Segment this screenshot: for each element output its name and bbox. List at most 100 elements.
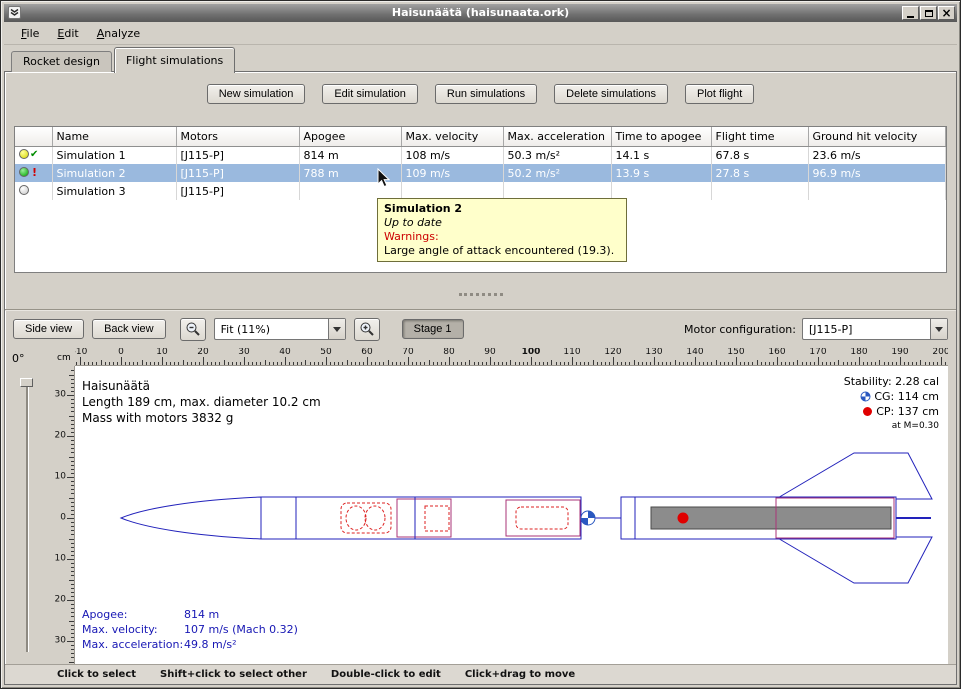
- rocket-dimensions: Length 189 cm, max. diameter 10.2 cm: [82, 394, 321, 410]
- menu-analyze[interactable]: Analyze: [88, 24, 149, 43]
- tooltip-warning-text: Large angle of attack encountered (19.3)…: [384, 244, 620, 258]
- close-icon: ×: [941, 8, 951, 18]
- cell-flight-time: [711, 182, 808, 200]
- column-header-max-acceleration[interactable]: Max. acceleration: [503, 127, 611, 146]
- chevron-down-icon[interactable]: [328, 319, 345, 339]
- cp-value: CP: 137 cm: [876, 405, 939, 418]
- column-header-flight-time[interactable]: Flight time: [711, 127, 808, 146]
- simulation-row-2[interactable]: ! Simulation 2 [J115-P] 788 m 109 m/s 50…: [15, 164, 946, 182]
- column-header-apogee[interactable]: Apogee: [299, 127, 401, 146]
- delete-simulations-button[interactable]: Delete simulations: [554, 84, 668, 104]
- rocket-name: Haisunäätä: [82, 378, 321, 394]
- run-simulations-button[interactable]: Run simulations: [435, 84, 537, 104]
- maximize-icon: [925, 10, 933, 17]
- column-header-ground-hit-velocity[interactable]: Ground hit velocity: [808, 127, 946, 146]
- horizontal-ruler: -100102030405060708090100110120130140150…: [75, 348, 948, 366]
- cg-icon: [860, 391, 871, 402]
- status-not-simulated-icon: [19, 185, 29, 195]
- column-header-time-to-apogee[interactable]: Time to apogee: [611, 127, 711, 146]
- cell-max-acceleration: 50.3 m/s²: [503, 146, 611, 164]
- hint-click-select: Click to select: [57, 669, 136, 680]
- column-header-status[interactable]: [15, 127, 52, 146]
- max-acceleration-value: 49.8 m/s²: [184, 638, 237, 651]
- zoom-out-button[interactable]: [180, 318, 206, 341]
- stability-value: Stability: 2.28 cal: [844, 374, 939, 389]
- simulation-row-1[interactable]: ✔ Simulation 1 [J115-P] 814 m 108 m/s 50…: [15, 146, 946, 164]
- stage-1-toggle[interactable]: Stage 1: [402, 319, 464, 339]
- window-title: Haisunäätä (haisunaata.ork): [4, 6, 957, 19]
- cell-time-to-apogee: 14.1 s: [611, 146, 711, 164]
- rocket-info: Haisunäätä Length 189 cm, max. diameter …: [82, 378, 321, 426]
- draw-region: 0° cm -100102030405060708090100110120130…: [5, 348, 956, 664]
- cell-name: Simulation 2: [52, 164, 176, 182]
- cell-flight-time: 67.8 s: [711, 146, 808, 164]
- side-view-button[interactable]: Side view: [13, 319, 84, 339]
- cell-max-velocity: 109 m/s: [401, 164, 503, 182]
- cell-motors: [J115-P]: [176, 164, 299, 182]
- cell-motors: [J115-P]: [176, 146, 299, 164]
- status-warning-icon: !: [19, 166, 37, 179]
- menu-bar: File Edit Analyze: [4, 22, 957, 45]
- flight-summary: Apogee:814 m Max. velocity:107 m/s (Mach…: [82, 607, 298, 652]
- magnifier-minus-icon: [185, 321, 201, 337]
- column-header-motors[interactable]: Motors: [176, 127, 299, 146]
- table-header-row: Name Motors Apogee Max. velocity Max. ac…: [15, 127, 946, 146]
- zoom-in-button[interactable]: [354, 318, 380, 341]
- cell-motors: [J115-P]: [176, 182, 299, 200]
- apogee-label: Apogee:: [82, 607, 184, 622]
- simulation-tooltip: Simulation 2 Up to date Warnings: Large …: [377, 198, 627, 262]
- menu-file[interactable]: File: [12, 24, 48, 43]
- rocket-view-panel: Side view Back view Fit (11%) Stage 1 Mo…: [5, 309, 956, 664]
- column-header-max-velocity[interactable]: Max. velocity: [401, 127, 503, 146]
- cg-line: CG: 114 cm: [844, 389, 939, 404]
- rotation-angle-label: 0°: [12, 352, 25, 365]
- view-toolbar: Side view Back view Fit (11%) Stage 1 Mo…: [5, 310, 956, 348]
- motor-configuration-label: Motor configuration:: [684, 323, 802, 336]
- new-simulation-button[interactable]: New simulation: [207, 84, 306, 104]
- cell-ground-hit: [808, 182, 946, 200]
- title-bar: Haisunäätä (haisunaata.ork) ×: [4, 4, 957, 22]
- status-uptodate-ok-icon: ✔: [19, 149, 38, 160]
- rocket-mass: Mass with motors 3832 g: [82, 410, 321, 426]
- column-header-name[interactable]: Name: [52, 127, 176, 146]
- hint-double-click: Double-click to edit: [331, 669, 441, 680]
- minimize-icon: [907, 16, 914, 18]
- motor-configuration-combo[interactable]: [J115-P]: [802, 318, 948, 340]
- tab-flight-simulations[interactable]: Flight simulations: [114, 47, 235, 73]
- cp-marker: [678, 513, 689, 524]
- hint-click-drag: Click+drag to move: [465, 669, 575, 680]
- tooltip-title: Simulation 2: [384, 202, 620, 216]
- chevron-down-icon[interactable]: [930, 319, 947, 339]
- cell-name: Simulation 3: [52, 182, 176, 200]
- apogee-value: 814 m: [184, 608, 219, 621]
- mach-condition: at M=0.30: [844, 419, 939, 434]
- back-view-button[interactable]: Back view: [92, 319, 166, 339]
- status-bar: Click to select Shift+click to select ot…: [5, 664, 956, 684]
- rocket-canvas: Haisunäätä Length 189 cm, max. diameter …: [75, 366, 948, 664]
- simulation-actions: New simulation Edit simulation Run simul…: [5, 84, 956, 104]
- cg-marker: [581, 511, 595, 525]
- menu-edit[interactable]: Edit: [48, 24, 87, 43]
- tab-rocket-design[interactable]: Rocket design: [11, 51, 112, 72]
- minimize-button[interactable]: [902, 6, 919, 20]
- rotation-slider[interactable]: [19, 378, 35, 652]
- cg-value: CG: 114 cm: [874, 390, 939, 403]
- flight-simulations-panel: New simulation Edit simulation Run simul…: [4, 71, 957, 685]
- cell-max-acceleration: 50.2 m/s²: [503, 164, 611, 182]
- vertical-ruler: -30-20-100102030: [55, 366, 75, 664]
- rotation-slider-handle[interactable]: [20, 378, 33, 387]
- application-window: Haisunäätä (haisunaata.ork) × File Edit …: [0, 0, 961, 689]
- close-button[interactable]: ×: [938, 6, 955, 20]
- zoom-combo[interactable]: Fit (11%): [214, 318, 346, 340]
- cp-line: CP: 137 cm: [844, 404, 939, 419]
- magnifier-plus-icon: [359, 321, 375, 337]
- edit-simulation-button[interactable]: Edit simulation: [322, 84, 418, 104]
- cell-apogee: 814 m: [299, 146, 401, 164]
- maximize-button[interactable]: [920, 6, 937, 20]
- cell-time-to-apogee: 13.9 s: [611, 164, 711, 182]
- max-velocity-label: Max. velocity:: [82, 622, 184, 637]
- cell-name: Simulation 1: [52, 146, 176, 164]
- splitter-handle[interactable]: [459, 293, 503, 297]
- cp-icon: [862, 406, 873, 417]
- plot-flight-button[interactable]: Plot flight: [685, 84, 754, 104]
